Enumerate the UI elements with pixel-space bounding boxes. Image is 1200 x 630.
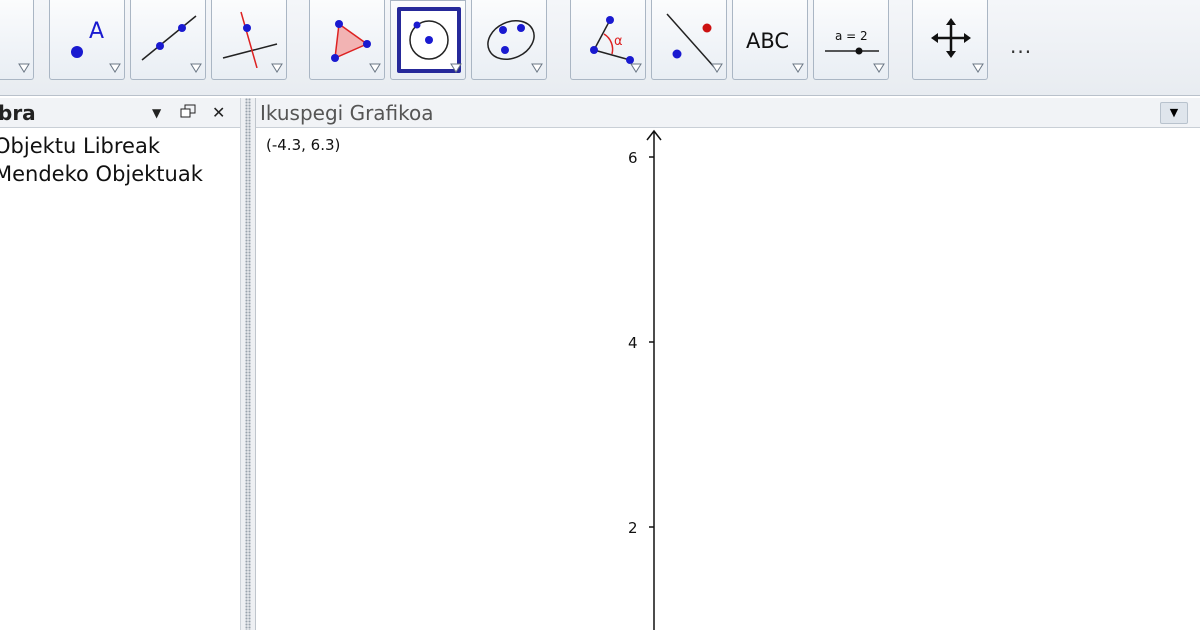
dropdown-triangle-icon[interactable] (792, 63, 804, 73)
dependent-objects-folder[interactable]: Mendeko Objektuak (0, 162, 203, 186)
more-tools-button[interactable]: ... (1010, 34, 1046, 58)
graphics-view-header: Ikuspegi Grafikoa ▼ (256, 98, 1200, 128)
dropdown-triangle-icon[interactable] (190, 63, 202, 73)
algebra-view: Objektu Libreak Mendeko Objektuak (0, 128, 240, 630)
dropdown-triangle-icon[interactable] (450, 63, 462, 73)
move-view-tool-button[interactable] (912, 0, 988, 80)
slider-tool-button[interactable]: a = 2 (813, 0, 889, 80)
circle-tool-button[interactable] (390, 0, 466, 80)
angle-icon-label: α (614, 34, 623, 49)
graphics-canvas[interactable]: (-4.3, 6.3) 6 4 2 (256, 129, 1200, 630)
y-tick-label: 2 (628, 519, 638, 537)
move-graphics-view-icon (922, 8, 980, 68)
y-tick-label: 6 (628, 149, 638, 167)
line-through-points-icon (140, 8, 198, 68)
dropdown-triangle-icon[interactable] (873, 63, 885, 73)
dropdown-triangle-icon[interactable] (711, 63, 723, 73)
toolbar: A α ABC a = 2 ... (0, 0, 1200, 96)
view-menu-triangle-icon[interactable]: ▼ (152, 104, 161, 122)
free-objects-folder[interactable]: Objektu Libreak (0, 134, 160, 158)
polygon-tool-button[interactable] (309, 0, 385, 80)
close-view-icon[interactable]: ✕ (212, 104, 225, 122)
text-tool-button[interactable]: ABC (732, 0, 808, 80)
perpendicular-tool-button[interactable] (211, 0, 287, 80)
reflect-about-line-icon (661, 8, 719, 68)
undock-view-icon[interactable] (180, 104, 196, 123)
dropdown-triangle-icon[interactable] (369, 63, 381, 73)
text-icon-label: ABC (746, 29, 789, 53)
dropdown-triangle-icon[interactable] (18, 63, 30, 73)
angle-tool-button[interactable]: α (570, 0, 646, 80)
line-tool-button[interactable] (130, 0, 206, 80)
dropdown-triangle-icon[interactable] (972, 63, 984, 73)
text-icon: ABC (742, 8, 800, 68)
ellipse-tool-button[interactable] (471, 0, 547, 80)
polygon-icon (319, 8, 377, 68)
move-tool-button[interactable] (0, 0, 34, 80)
graphics-view-menu-button[interactable]: ▼ (1160, 102, 1188, 124)
graphics-view-title: Ikuspegi Grafikoa (260, 101, 434, 125)
panel-splitter[interactable] (240, 98, 256, 630)
perpendicular-line-icon (221, 8, 279, 68)
dropdown-triangle-icon[interactable] (630, 63, 642, 73)
point-icon: A (59, 8, 117, 68)
y-tick-label: 4 (628, 334, 638, 352)
angle-icon: α (580, 8, 638, 68)
ellipse-icon (481, 8, 539, 68)
reflect-tool-button[interactable] (651, 0, 727, 80)
slider-icon-label: a = 2 (835, 29, 868, 43)
dropdown-triangle-icon[interactable] (531, 63, 543, 73)
slider-icon: a = 2 (823, 8, 881, 68)
point-icon-label: A (89, 19, 104, 44)
algebra-view-header: bra ▼ ✕ (0, 98, 240, 128)
axes: 6 4 2 (628, 129, 662, 630)
algebra-view-title: bra (0, 101, 36, 125)
dropdown-triangle-icon[interactable] (271, 63, 283, 73)
dropdown-triangle-icon[interactable] (109, 63, 121, 73)
point-tool-button[interactable]: A (49, 0, 125, 80)
splitter-grip[interactable] (245, 98, 251, 630)
